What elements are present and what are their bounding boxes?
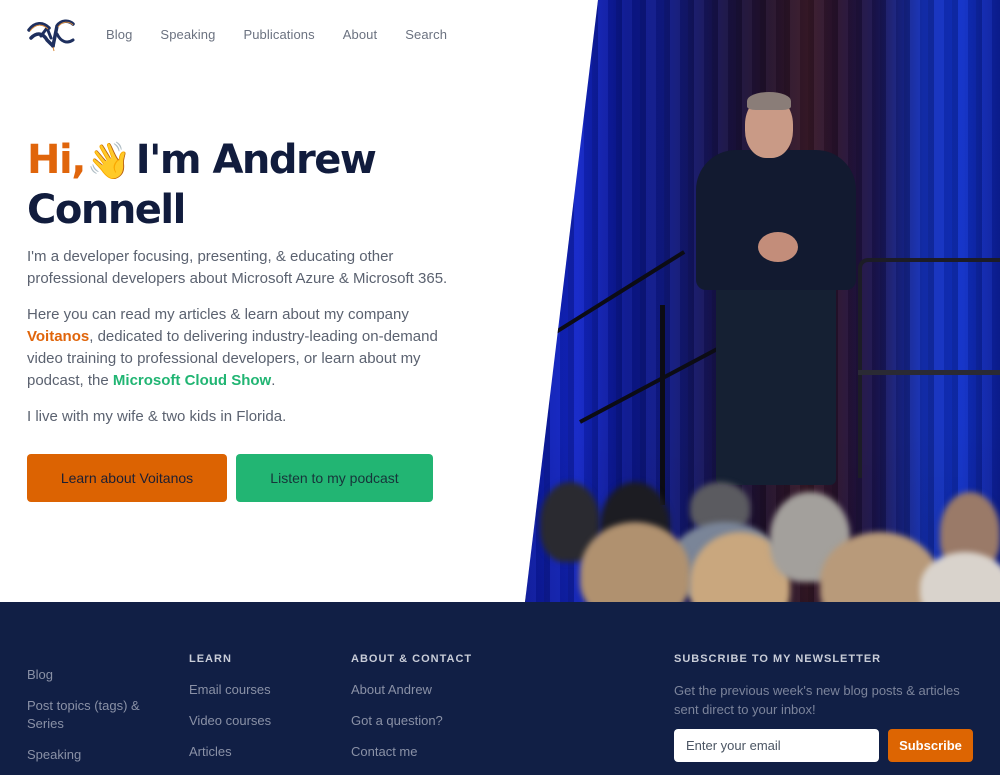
- listen-to-podcast-button[interactable]: Listen to my podcast: [236, 454, 433, 502]
- nav-link-search[interactable]: Search: [405, 27, 447, 42]
- footer-link-got-a-question[interactable]: Got a question?: [351, 712, 472, 730]
- stage-railing-bar: [858, 370, 1000, 375]
- voitanos-link[interactable]: Voitanos: [27, 328, 89, 345]
- logo-icon: [27, 19, 75, 52]
- footer-heading-learn: LEARN: [189, 653, 232, 665]
- email-input[interactable]: [674, 729, 879, 762]
- footer-link-about-andrew[interactable]: About Andrew: [351, 681, 472, 699]
- speaker-hair: [747, 92, 791, 110]
- site-footer: Blog Post topics (tags) & Series Speakin…: [0, 602, 1000, 775]
- company-paragraph: Here you can read my articles & learn ab…: [27, 304, 477, 392]
- subscribe-button[interactable]: Subscribe: [888, 729, 973, 762]
- name-line-2: Connell: [27, 187, 186, 233]
- footer-column-learn: LEARN Email courses Video courses Articl…: [189, 653, 271, 774]
- learn-about-voitanos-button[interactable]: Learn about Voitanos: [27, 454, 227, 502]
- footer-link-articles[interactable]: Articles: [189, 743, 271, 761]
- newsletter-form: Subscribe: [674, 729, 973, 762]
- newsletter-section: SUBSCRIBE TO MY NEWSLETTER Get the previ…: [674, 653, 974, 762]
- name-line-1: I'm Andrew: [135, 137, 377, 183]
- nav-link-publications[interactable]: Publications: [243, 27, 314, 42]
- speaker-photo: [525, 0, 1000, 602]
- intro-paragraph: I'm a developer focusing, presenting, & …: [27, 248, 448, 287]
- waving-hand-icon: 👋: [86, 141, 132, 182]
- newsletter-heading: SUBSCRIBE TO MY NEWSLETTER: [674, 653, 882, 665]
- nav-link-about[interactable]: About: [343, 27, 377, 42]
- footer-link-video-courses[interactable]: Video courses: [189, 712, 271, 730]
- site-logo[interactable]: [27, 16, 75, 52]
- footer-link-post-topics[interactable]: Post topics (tags) & Series: [27, 697, 167, 733]
- footer-link-speaking[interactable]: Speaking: [27, 746, 167, 764]
- page-title: Hi,👋 I'm Andrew Connell: [27, 136, 467, 234]
- nav-link-blog[interactable]: Blog: [106, 27, 132, 42]
- greeting: Hi,: [27, 137, 86, 183]
- main-nav: Blog Speaking Publications About Search: [27, 14, 475, 54]
- nav-link-speaking[interactable]: Speaking: [160, 27, 215, 42]
- speaker-hands: [758, 232, 798, 262]
- hero-section: Blog Speaking Publications About Search …: [0, 0, 1000, 602]
- company-text-before: Here you can read my articles & learn ab…: [27, 306, 409, 323]
- family-paragraph: I live with my wife & two kids in Florid…: [27, 408, 287, 425]
- microsoft-cloud-show-link[interactable]: Microsoft Cloud Show: [113, 372, 271, 389]
- footer-column-about: ABOUT & CONTACT About Andrew Got a quest…: [351, 653, 472, 774]
- newsletter-description: Get the previous week's new blog posts &…: [674, 683, 960, 717]
- footer-link-contact-me[interactable]: Contact me: [351, 743, 472, 761]
- speaker-torso: [696, 150, 856, 290]
- company-text-after: .: [271, 372, 276, 389]
- footer-link-blog[interactable]: Blog: [27, 666, 167, 684]
- footer-column-main: Blog Post topics (tags) & Series Speakin…: [27, 666, 167, 775]
- audience: [525, 432, 1000, 602]
- footer-heading-about: ABOUT & CONTACT: [351, 653, 473, 665]
- footer-link-email-courses[interactable]: Email courses: [189, 681, 271, 699]
